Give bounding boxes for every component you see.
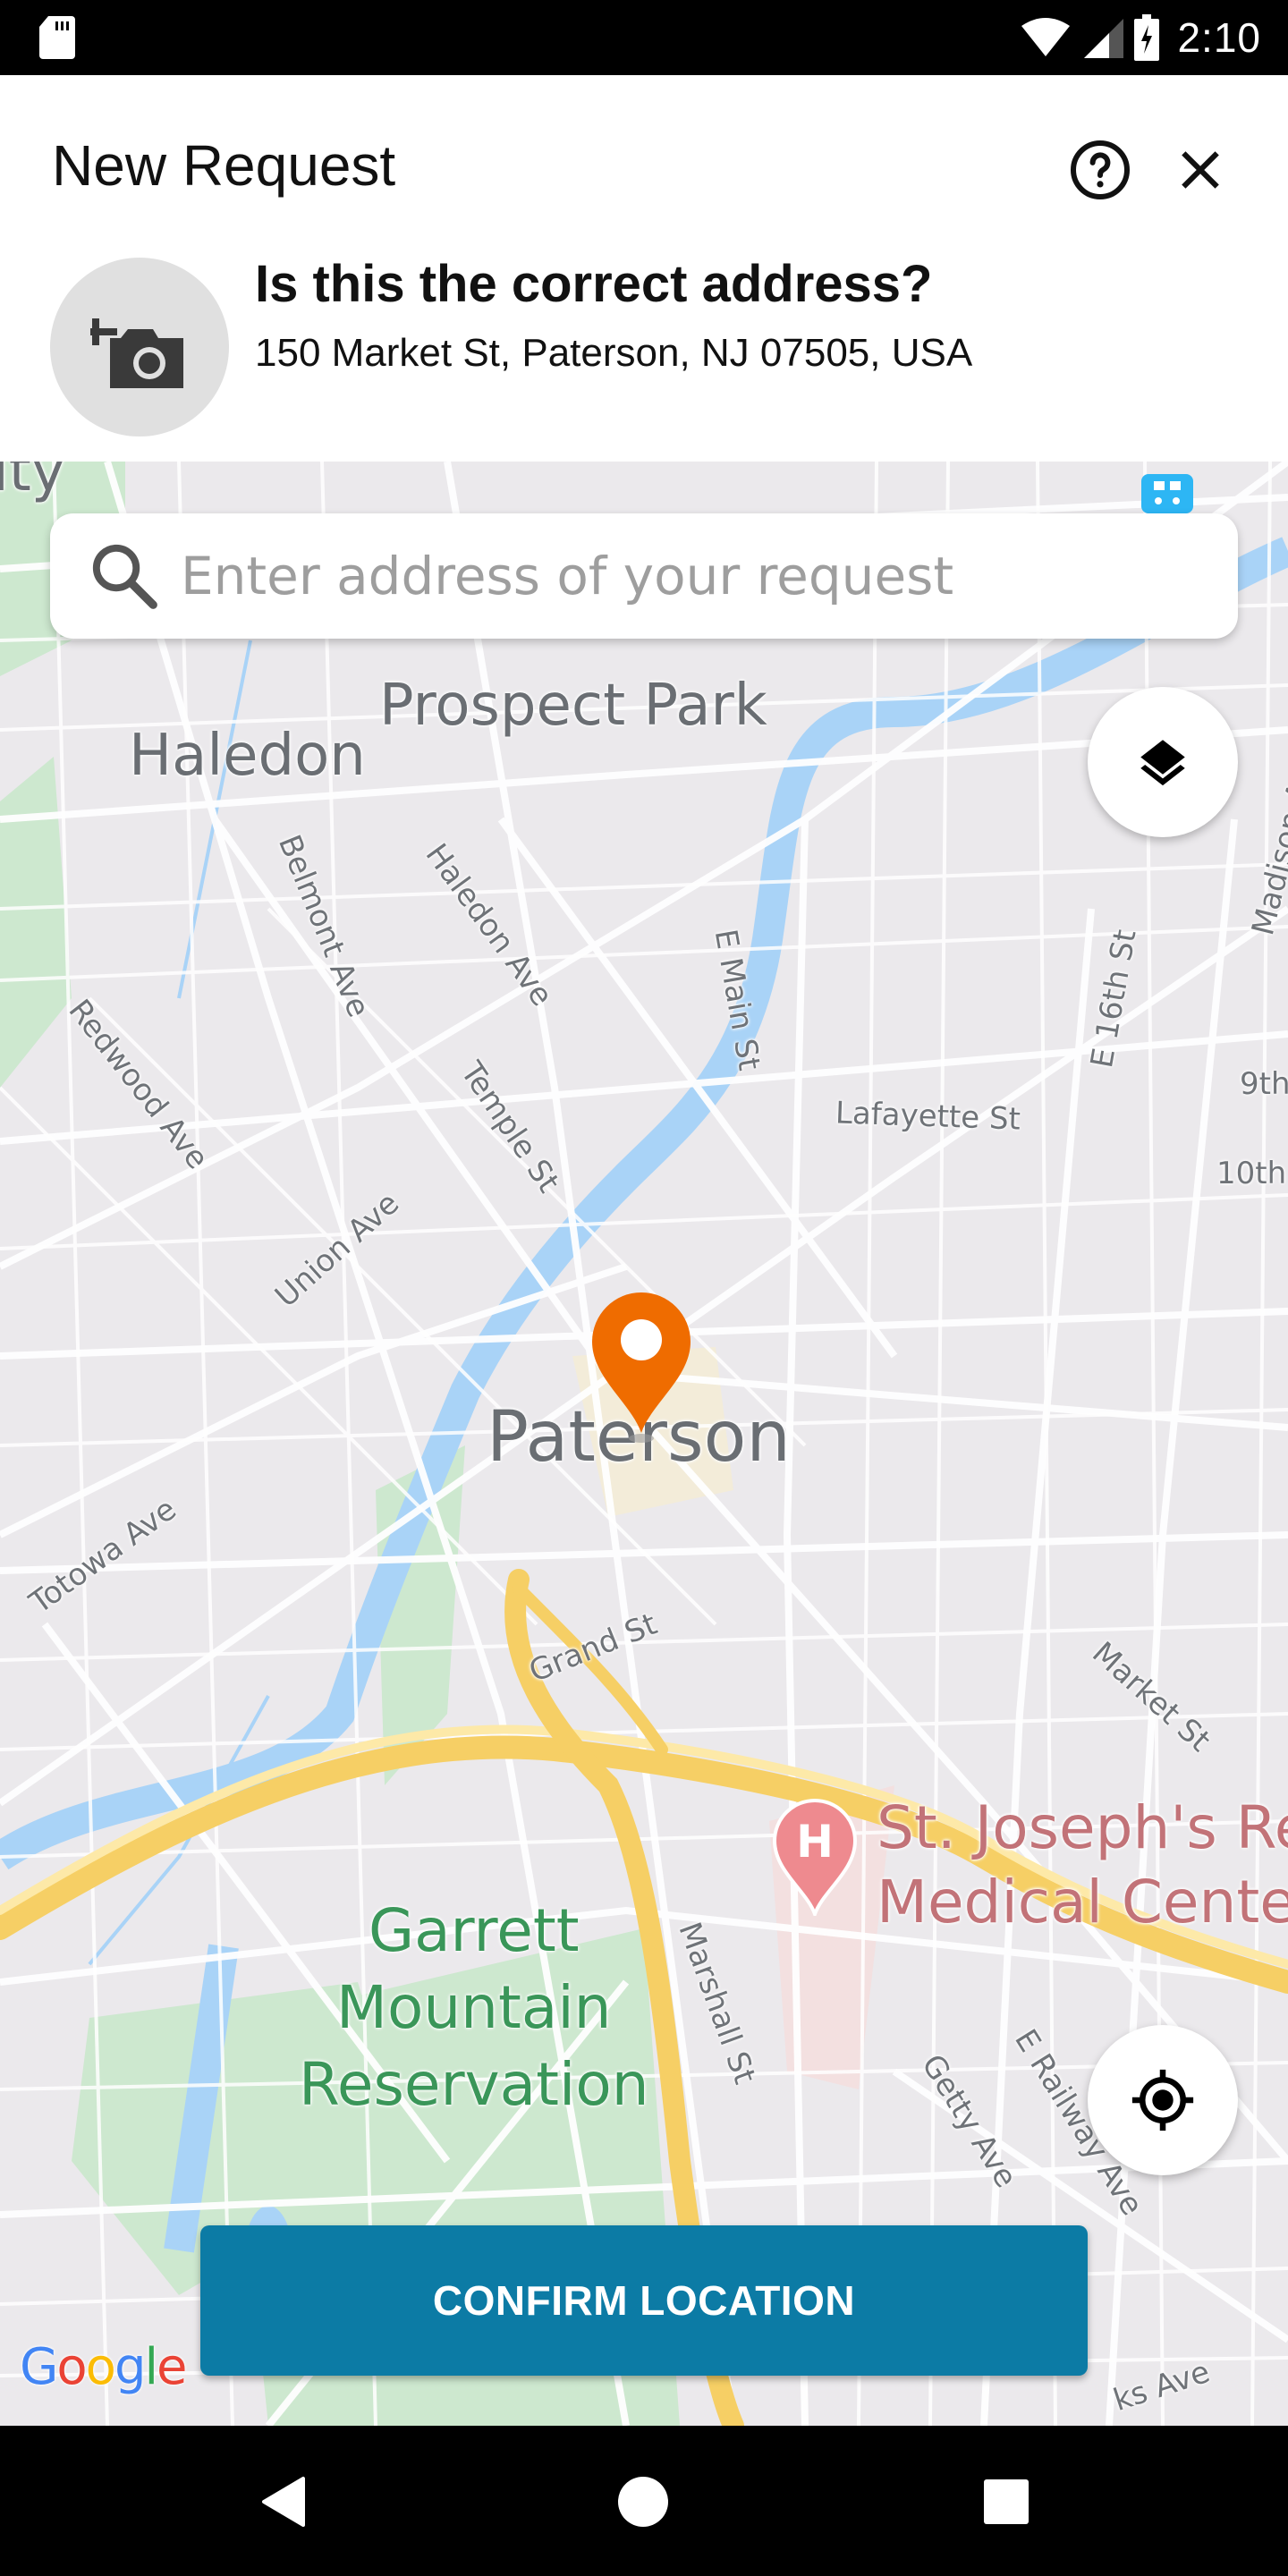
back-icon bbox=[262, 2477, 305, 2527]
map-label-university: ity bbox=[0, 462, 65, 504]
address-search-bar[interactable] bbox=[50, 513, 1238, 639]
hospital-marker-icon[interactable]: H bbox=[771, 1798, 859, 1916]
map-label-9th: 9th bbox=[1240, 1066, 1288, 1102]
my-location-icon bbox=[1131, 2069, 1194, 2131]
recents-icon bbox=[984, 2479, 1029, 2524]
home-icon bbox=[618, 2477, 668, 2527]
page-title: New Request bbox=[52, 133, 396, 198]
map-label-hospital: St. Joseph's Regional Medical Center bbox=[877, 1793, 1288, 1937]
transit-station-icon[interactable] bbox=[1141, 474, 1193, 513]
map-label-10th: 10th bbox=[1216, 1156, 1287, 1191]
google-attribution: Google bbox=[20, 2338, 188, 2396]
help-button[interactable] bbox=[1064, 134, 1136, 206]
battery-charging-icon bbox=[1134, 14, 1160, 61]
nav-back-button[interactable] bbox=[243, 2462, 324, 2542]
nav-home-button[interactable] bbox=[603, 2462, 683, 2542]
search-icon bbox=[84, 536, 165, 616]
add-photo-icon bbox=[90, 318, 183, 388]
close-button[interactable] bbox=[1165, 134, 1236, 206]
nav-recents-button[interactable] bbox=[966, 2462, 1046, 2542]
request-header: New Request Is this the correct address?… bbox=[0, 75, 1288, 462]
confirm-location-button[interactable]: CONFIRM LOCATION bbox=[200, 2225, 1088, 2376]
help-circle-icon bbox=[1071, 140, 1130, 199]
address-question: Is this the correct address? bbox=[255, 255, 933, 313]
address-search-input[interactable] bbox=[181, 546, 1165, 606]
map-label-prospect-park: Prospect Park bbox=[379, 673, 767, 739]
svg-text:H: H bbox=[796, 1816, 834, 1868]
close-icon bbox=[1182, 151, 1219, 189]
my-location-button[interactable] bbox=[1088, 2025, 1238, 2175]
map-label-garrett-mountain: Garrett Mountain Reservation bbox=[299, 1896, 649, 2119]
status-time: 2:10 bbox=[1177, 14, 1261, 61]
cell-signal-icon bbox=[1084, 19, 1124, 58]
layers-icon bbox=[1140, 740, 1185, 786]
system-nav-bar bbox=[0, 2426, 1288, 2576]
map-layers-button[interactable] bbox=[1088, 687, 1238, 837]
wifi-icon bbox=[1021, 18, 1071, 56]
status-bar: 2:10 bbox=[0, 0, 1288, 75]
sd-card-icon bbox=[39, 16, 75, 59]
address-value: 150 Market St, Paterson, NJ 07505, USA bbox=[255, 331, 973, 375]
map-label-haledon: Haledon bbox=[129, 723, 366, 789]
map-label-lafayette-st: Lafayette St bbox=[835, 1095, 1021, 1138]
add-photo-button[interactable] bbox=[50, 258, 229, 436]
location-pin-icon[interactable] bbox=[590, 1292, 692, 1444]
